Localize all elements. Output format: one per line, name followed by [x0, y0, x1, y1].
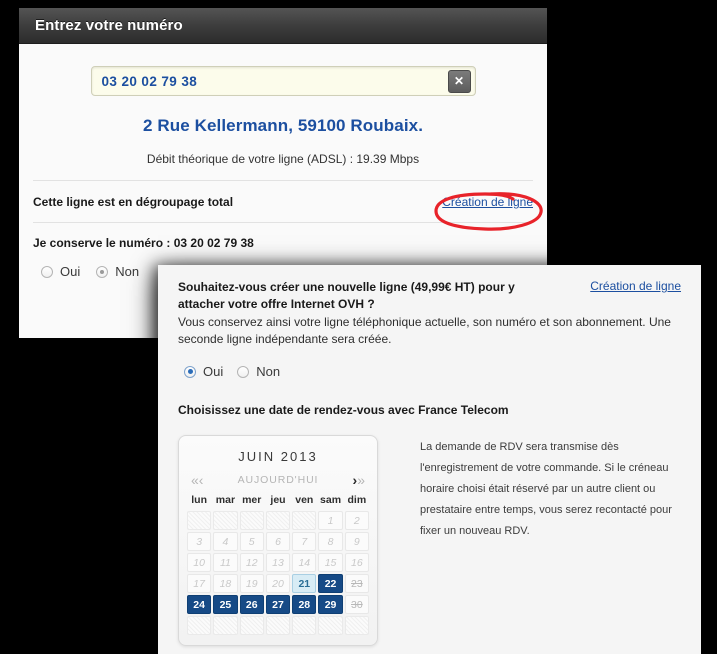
calendar-cell-empty — [344, 616, 369, 635]
calendar-weekday-header: mar — [215, 494, 236, 506]
calendar-day-unavailable: 23 — [344, 574, 369, 593]
create-line-content: Souhaitez-vous créer une nouvelle ligne … — [158, 265, 701, 646]
radio-non-back[interactable]: Non — [96, 264, 139, 279]
calendar-cell-empty — [239, 616, 264, 635]
calendar-day-unavailable: 15 — [318, 553, 343, 572]
calendar-day-unavailable: 6 — [265, 532, 291, 551]
calendar-day-available[interactable]: 25 — [213, 595, 238, 614]
create-line-radio-group: Oui Non — [178, 348, 681, 379]
calendar-day-unavailable: 1 — [318, 511, 343, 530]
calendar-month-label: JUIN 2013 — [238, 449, 318, 464]
radio-label: Oui — [203, 364, 224, 379]
calendar-day-unavailable: 7 — [292, 532, 317, 551]
phone-number-field[interactable]: 03 20 02 79 38 ✕ — [90, 66, 476, 96]
panel-header: Entrez votre numéro — [19, 8, 547, 44]
calendar-day-unavailable: 11 — [213, 553, 238, 572]
radio-label: Non — [115, 264, 140, 279]
radio-circle-selected-icon — [96, 265, 109, 278]
calendar-day-unavailable: 12 — [239, 553, 264, 572]
calendar-day-unavailable: 14 — [292, 553, 317, 572]
creation-de-ligne-link-back[interactable]: Création de ligne — [442, 195, 533, 209]
radio-non-front[interactable]: Non — [237, 364, 280, 379]
creation-de-ligne-link-front[interactable]: Création de ligne — [590, 279, 681, 293]
create-line-question: Souhaitez-vous créer une nouvelle ligne … — [178, 280, 515, 311]
create-line-panel: Souhaitez-vous créer une nouvelle ligne … — [158, 265, 701, 654]
calendar-day-unavailable: 2 — [344, 511, 369, 530]
line-address: 2 Rue Kellermann, 59100 Roubaix. — [142, 116, 424, 135]
calendar-day-available[interactable]: 27 — [265, 595, 291, 614]
calendar-cell-empty — [213, 616, 238, 635]
calendar-cell-empty — [265, 616, 291, 635]
radio-circle-selected-icon — [184, 365, 196, 378]
question-header: Souhaitez-vous créer une nouvelle ligne … — [178, 279, 681, 313]
calendar-day-unavailable: 9 — [344, 532, 369, 551]
create-line-description: Vous conservez ainsi votre ligne télépho… — [178, 315, 671, 346]
appointment-section-title: Choisissez une date de rendez-vous avec … — [178, 403, 509, 417]
calendar-grid: lun mar mer jeu ven sam dim 1 2 3 4 5 6 7 8 9 10 11 12 13 14… — [187, 494, 369, 635]
radio-circle-icon — [41, 265, 53, 278]
radio-oui-back[interactable]: Oui — [41, 264, 80, 279]
calendar-day-available[interactable]: 24 — [187, 595, 212, 614]
calendar-day-unavailable: 19 — [239, 574, 264, 593]
calendar-weekday-header: ven — [295, 494, 314, 506]
next-year-icon[interactable]: » — [357, 473, 365, 487]
date-picker-calendar[interactable]: JUIN 2013 « ‹ AUJOURD'HUI › » lun mar mer j… — [178, 435, 378, 646]
calendar-day-unavailable: 16 — [344, 553, 369, 572]
calendar-day-unavailable: 20 — [265, 574, 291, 593]
page-title: Entrez votre numéro — [35, 17, 183, 34]
calendar-weekday-header: jeu — [270, 494, 286, 506]
calendar-navigation: « ‹ AUJOURD'HUI › » — [187, 473, 369, 494]
calendar-day-unavailable: 17 — [187, 574, 212, 593]
calendar-weekday-header: lun — [191, 494, 208, 506]
radio-circle-icon — [237, 365, 250, 378]
calendar-cell-empty — [318, 616, 343, 635]
calendar-day-available[interactable]: 28 — [292, 595, 317, 614]
radio-label: Non — [256, 364, 281, 379]
calendar-day-unavailable: 5 — [239, 532, 264, 551]
calendar-day-unavailable: 3 — [187, 532, 212, 551]
calendar-day-unavailable: 10 — [187, 553, 212, 572]
calendar-weekday-header: sam — [320, 494, 342, 506]
close-x-icon[interactable]: ✕ — [447, 69, 471, 93]
degroupage-row: Cette ligne est en dégroupage total Créa… — [19, 181, 547, 222]
calendar-day-available[interactable]: 26 — [239, 595, 264, 614]
calendar-day-unavailable: 30 — [344, 595, 369, 614]
radio-label: Oui — [60, 264, 81, 279]
calendar-day-unavailable: 4 — [213, 532, 238, 551]
calendar-weekday-header: dim — [347, 494, 367, 506]
calendar-cell-empty — [213, 511, 238, 530]
calendar-day-available[interactable]: 29 — [318, 595, 343, 614]
calendar-day-unavailable: 18 — [213, 574, 238, 593]
line-speed: Débit théorique de votre ligne (ADSL) : … — [146, 152, 420, 166]
prev-year-icon[interactable]: « — [191, 473, 199, 487]
calendar-day-unavailable: 13 — [265, 553, 291, 572]
calendar-day-available[interactable]: 22 — [318, 574, 343, 593]
calendar-day-unavailable: 8 — [318, 532, 343, 551]
calendar-cell-empty — [187, 616, 212, 635]
phone-number-value[interactable]: 03 20 02 79 38 — [102, 74, 448, 89]
calendar-cell-empty — [239, 511, 264, 530]
radio-oui-front[interactable]: Oui — [184, 364, 223, 379]
phone-number-row: 03 20 02 79 38 ✕ — [19, 44, 547, 116]
calendar-weekday-header: mer — [242, 494, 262, 506]
calendar-cell-empty — [187, 511, 212, 530]
keep-number-label: Je conserve le numéro : 03 20 02 79 38 — [33, 236, 254, 250]
today-button[interactable]: AUJOURD'HUI — [203, 473, 352, 487]
appointment-note: La demande de RDV sera transmise dès l'e… — [420, 441, 672, 537]
calendar-day-today: 21 — [292, 574, 317, 593]
degroupage-label: Cette ligne est en dégroupage total — [33, 195, 234, 209]
appointment-area: JUIN 2013 « ‹ AUJOURD'HUI › » lun mar mer j… — [178, 417, 681, 646]
calendar-cell-empty — [265, 511, 291, 530]
calendar-cell-empty — [292, 616, 317, 635]
calendar-cell-empty — [292, 511, 317, 530]
